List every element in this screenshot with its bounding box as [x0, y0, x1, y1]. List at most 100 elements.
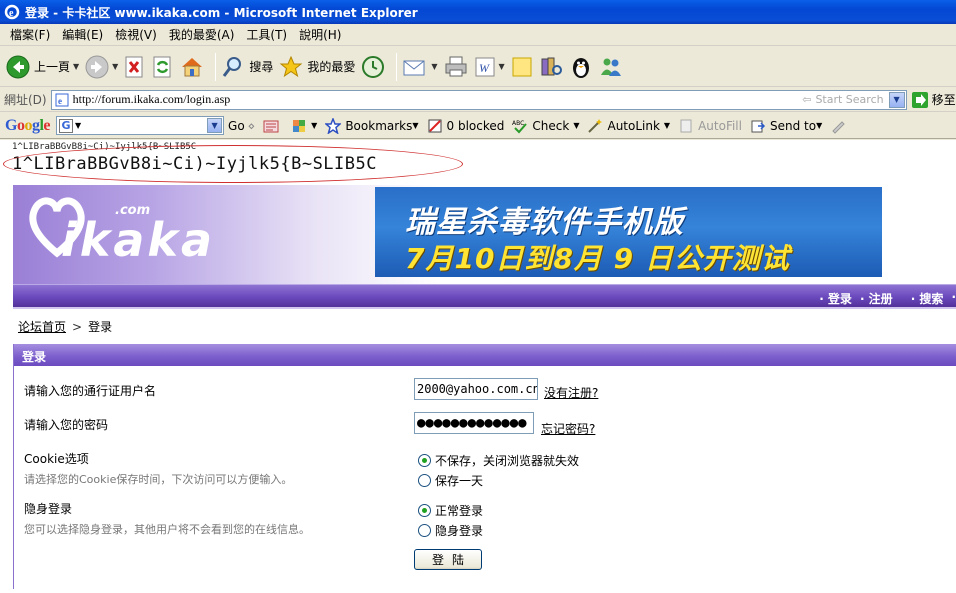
qq-button[interactable] — [569, 55, 593, 79]
star-outline-icon — [325, 117, 342, 134]
start-search-field[interactable]: ⇦ Start Search — [802, 93, 883, 106]
ikaka-logo[interactable]: .com ikaka — [27, 191, 212, 271]
sendto-button[interactable]: Send to ▼ — [750, 118, 822, 134]
svg-text:e: e — [58, 96, 62, 106]
chevron-down-icon[interactable]: ▼ — [431, 62, 437, 71]
arrow-left-icon: ⇦ — [802, 92, 812, 106]
address-bar: 網址(D) e http://forum.ikaka.com/login.asp… — [0, 88, 956, 112]
google-go-button[interactable]: Go ⋄ — [228, 119, 255, 133]
word-icon: W — [475, 57, 495, 76]
chevron-down-icon[interactable]: ▼ — [112, 62, 118, 71]
chevron-down-icon[interactable]: ▼ — [311, 121, 317, 130]
search-icon — [223, 56, 242, 77]
note-button[interactable] — [511, 56, 533, 78]
menu-help[interactable]: 說明(H) — [293, 26, 347, 43]
chevron-down-icon[interactable]: ▼ — [573, 121, 579, 130]
books-icon — [541, 57, 562, 75]
forward-button[interactable]: ▼ — [85, 55, 118, 79]
toolbar-separator — [215, 52, 217, 81]
back-button[interactable]: 上一頁 ▼ — [6, 55, 79, 79]
nav-login-link[interactable]: · 登录 — [819, 290, 852, 307]
username-input[interactable]: 2000@yahoo.com.cn — [414, 378, 538, 400]
register-link[interactable]: 没有注册? — [544, 384, 598, 401]
spellcheck-button[interactable]: ABC Check ▼ — [512, 118, 579, 134]
menu-file[interactable]: 檔案(F) — [4, 26, 56, 43]
address-input[interactable]: e http://forum.ikaka.com/login.asp ⇦ Sta… — [50, 89, 907, 110]
menu-view[interactable]: 檢視(V) — [109, 26, 163, 43]
username-label: 请输入您的通行证用户名 — [24, 384, 157, 398]
history-button[interactable] — [361, 55, 385, 79]
nav-more-link[interactable]: · — [951, 290, 956, 307]
toolbar-separator — [396, 52, 398, 81]
highlight-button[interactable] — [830, 118, 850, 134]
site-header: .com ikaka 瑞星杀毒软件手机版 7月10日到8月 9 日公开测试 — [13, 185, 956, 284]
hidden-login-radio[interactable]: 隐身登录 — [418, 522, 483, 539]
chevron-down-icon[interactable]: ▼ — [499, 62, 505, 71]
stop-button[interactable] — [124, 56, 146, 78]
google-toolbar: Google G ▼ ▼ Go ⋄ ▼ Bookmarks ▼ 0 blocked … — [0, 113, 956, 139]
menu-edit[interactable]: 編輯(E) — [56, 26, 109, 43]
cookie-option-group: Cookie选项 请选择您的Cookie保存时间，下次访问可以方便输入。 — [24, 450, 292, 487]
cookie-description: 请选择您的Cookie保存时间，下次访问可以方便输入。 — [24, 473, 293, 486]
mail-button[interactable]: ▼ — [402, 56, 438, 78]
autofill-icon — [680, 119, 692, 132]
nav-register-link[interactable]: · 注册 — [860, 290, 893, 307]
cookie-one-day-radio[interactable]: 保存一天 — [418, 472, 483, 489]
chevron-down-icon[interactable]: ▼ — [207, 118, 223, 133]
menu-bar: 檔案(F) 編輯(E) 檢視(V) 我的最愛(A) 工具(T) 說明(H) — [0, 24, 956, 46]
radio-selected-icon — [418, 454, 431, 467]
research-button[interactable] — [539, 55, 563, 79]
messenger-button[interactable] — [599, 55, 623, 79]
banner-line1: 瑞星杀毒软件手机版 — [405, 205, 684, 240]
go-arrow-icon — [911, 91, 928, 108]
print-button[interactable] — [444, 55, 468, 79]
go-button[interactable]: 移至 — [911, 91, 956, 109]
radio-empty-icon — [418, 524, 431, 537]
normal-login-radio[interactable]: 正常登录 — [418, 502, 483, 519]
chevron-down-icon[interactable]: ▼ — [75, 121, 81, 130]
wand-icon — [588, 118, 603, 133]
chevron-down-icon[interactable]: ▼ — [816, 121, 822, 130]
popup-blocker-button[interactable]: 0 blocked — [427, 118, 504, 134]
google-g-icon: G — [59, 118, 74, 133]
chevron-down-icon[interactable]: ▼ — [73, 62, 79, 71]
edit-button[interactable]: W ▼ — [474, 56, 505, 78]
google-search-input[interactable]: G ▼ ▼ — [56, 116, 225, 135]
search-button[interactable]: 搜尋 — [221, 55, 273, 79]
password-input[interactable]: ●●●●●●●●●●●●● — [414, 412, 534, 434]
autolink-button[interactable]: AutoLink ▼ — [587, 118, 670, 134]
login-panel: 登录 请输入您的通行证用户名 2000@yahoo.com.cn 没有注册? 请… — [13, 344, 956, 589]
menu-favorites[interactable]: 我的最愛(A) — [163, 26, 241, 43]
cookie-label: Cookie选项 — [24, 452, 89, 466]
ad-banner[interactable]: 瑞星杀毒软件手机版 7月10日到8月 9 日公开测试 — [375, 187, 882, 277]
svg-text:W: W — [479, 61, 490, 75]
menu-tools[interactable]: 工具(T) — [240, 26, 293, 43]
refresh-button[interactable] — [152, 56, 174, 78]
nav-search-link[interactable]: · 搜索 — [911, 290, 944, 307]
address-url: http://forum.ikaka.com/login.asp — [72, 92, 231, 106]
forgot-password-link[interactable]: 忘记密码? — [541, 420, 595, 437]
breadcrumb-home-link[interactable]: 论坛首页 — [18, 318, 66, 335]
stop-icon — [125, 56, 143, 77]
star-icon — [279, 55, 303, 77]
chevron-down-icon[interactable]: ▼ — [412, 121, 418, 130]
autofill-button[interactable]: AutoFill — [678, 118, 742, 134]
hidden-login-description: 您可以选择隐身登录，其他用户将不会看到您的在线信息。 — [24, 523, 310, 536]
chevron-down-icon[interactable]: ▼ — [664, 121, 670, 130]
popup-blocked-icon — [428, 119, 442, 132]
home-button[interactable] — [180, 55, 204, 79]
cookie-no-save-radio[interactable]: 不保存，关闭浏览器就失效 — [418, 452, 579, 469]
svg-text:ABC: ABC — [512, 120, 524, 127]
login-submit-button[interactable]: 登陆 — [414, 549, 482, 570]
printer-icon — [445, 56, 467, 76]
password-label: 请输入您的密码 — [24, 418, 109, 432]
chevron-right-icon: > — [72, 319, 83, 334]
chevron-down-icon[interactable]: ▼ — [888, 91, 905, 108]
messenger-icon — [600, 58, 621, 76]
favorites-button[interactable]: 我的最愛 — [279, 55, 355, 79]
annotation-ellipse — [3, 145, 463, 183]
bookmarks-button[interactable]: Bookmarks ▼ — [325, 117, 419, 134]
page-content: 1^LIBraBBGvB8i~Ci)~Iyjlk5{B~SLIB5C 1^LIB… — [0, 140, 956, 593]
google-news-button[interactable] — [263, 118, 283, 134]
google-puzzle-button[interactable]: ▼ — [291, 118, 317, 134]
